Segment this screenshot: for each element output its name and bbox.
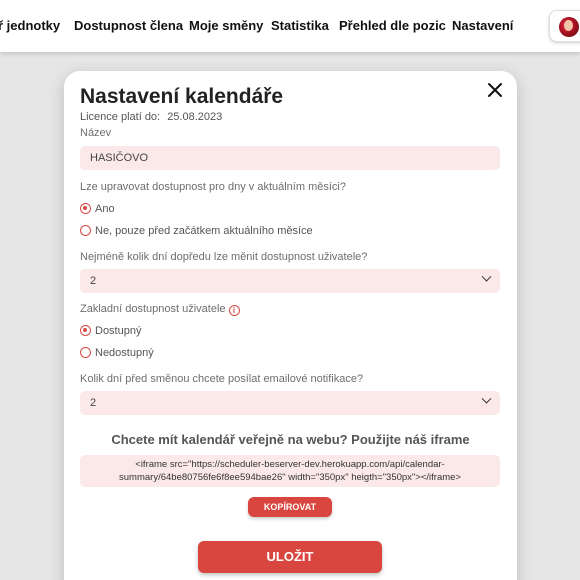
nav-item-statistics[interactable]: Statistika — [271, 18, 329, 33]
days-ahead-question: Nejméně kolik dní dopředu lze měnit dost… — [80, 251, 368, 263]
radio-unchecked-icon — [80, 347, 91, 358]
iframe-heading: Chcete mít kalendář veřejně na webu? Pou… — [111, 432, 470, 447]
copy-button[interactable]: KOPÍROVAT — [248, 497, 332, 517]
radio-checked-icon — [80, 203, 91, 214]
notification-days-question: Kolik dní před směnou chcete posílat ema… — [80, 373, 364, 385]
nav-item-my-shifts[interactable]: Moje směny — [189, 18, 263, 33]
calendar-settings-modal: Nastavení kalendáře Licence platí do: 25… — [64, 71, 517, 580]
radio-unavailable[interactable]: Nedostupný — [80, 347, 154, 359]
avatar — [559, 17, 579, 37]
radio-no-label: Ne, pouze před začátkem aktuálního měsíc… — [95, 225, 313, 237]
save-button[interactable]: ULOŽIT — [198, 541, 382, 573]
iframe-code-line-2: summary/64be80756fe6f8ee594bae26" width=… — [119, 472, 461, 483]
radio-yes-label: Ano — [95, 203, 115, 215]
nav-item-member-availability[interactable]: Dostupnost člena — [74, 18, 183, 33]
default-availability-question: Zakladní dostupnost uživatele i — [80, 303, 240, 316]
radio-unavailable-label: Nedostupný — [95, 347, 154, 359]
name-input[interactable]: HASIČOVO — [80, 146, 500, 170]
radio-checked-icon — [80, 325, 91, 336]
radio-no-before-month[interactable]: Ne, pouze před začátkem aktuálního měsíc… — [80, 225, 313, 237]
info-icon[interactable]: i — [228, 305, 240, 316]
name-label: Název — [80, 127, 112, 139]
days-ahead-value: 2 — [90, 275, 97, 287]
license-date: 25.08.2023 — [167, 111, 223, 123]
nav-item-unit-calendar[interactable]: ř jednotky — [0, 18, 60, 33]
default-availability-label: Zakladní dostupnost uživatele — [80, 303, 226, 315]
radio-available[interactable]: Dostupný — [80, 325, 141, 337]
iframe-code-line-1: <iframe src="https://scheduler-beserver-… — [135, 459, 445, 470]
radio-unchecked-icon — [80, 225, 91, 236]
modal-title: Nastavení kalendáře — [80, 85, 284, 108]
nav-item-positions-overview[interactable]: Přehled dle pozic — [339, 18, 446, 33]
chevron-down-icon — [481, 393, 492, 404]
name-value: HASIČOVO — [90, 152, 149, 164]
radio-available-label: Dostupný — [95, 325, 142, 337]
license-info: Licence platí do: 25.08.2023 — [80, 111, 222, 123]
top-navigation: ř jednotky Dostupnost člena Moje směny S… — [0, 0, 580, 52]
license-label: Licence platí do: — [80, 111, 161, 123]
nav-item-settings[interactable]: Nastavení — [452, 18, 513, 33]
current-month-question: Lze upravovat dostupnost pro dny v aktuá… — [80, 181, 346, 193]
chevron-down-icon — [481, 271, 492, 282]
iframe-code-box[interactable]: <iframe src="https://scheduler-beserver-… — [80, 455, 500, 487]
close-icon[interactable] — [486, 81, 504, 99]
notification-days-value: 2 — [90, 397, 97, 409]
user-menu-button[interactable] — [549, 10, 580, 42]
radio-yes[interactable]: Ano — [80, 203, 115, 215]
notification-days-select[interactable]: 2 — [80, 391, 500, 415]
days-ahead-select[interactable]: 2 — [80, 269, 500, 293]
